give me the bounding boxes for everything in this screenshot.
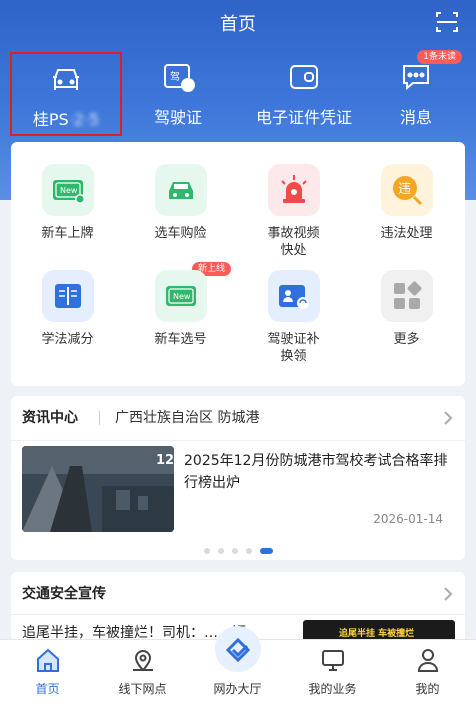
alarm-light-icon: [280, 175, 307, 203]
violation-icon: 违: [392, 176, 422, 206]
plate-select-icon: New: [165, 286, 196, 306]
e-certificate-button[interactable]: 电子证件凭证: [246, 52, 362, 136]
service-label-line1: 驾驶证补: [267, 332, 320, 347]
service-license-renewal[interactable]: 驾驶证补 换领: [237, 270, 350, 365]
service-accident-video[interactable]: 事故视频 快处: [237, 164, 350, 259]
wallet-icon: [290, 65, 318, 89]
carousel-indicator: [11, 540, 465, 559]
book-icon: [54, 284, 81, 308]
home-icon: [36, 648, 59, 672]
driver-license-button[interactable]: 驾 驾驶证: [122, 52, 234, 136]
service-label-line1: 事故视频: [267, 226, 320, 241]
license-renew-icon: [278, 285, 309, 309]
service-label: 学法减分: [41, 332, 94, 347]
svg-text:驾: 驾: [170, 71, 180, 83]
carousel-dot[interactable]: [203, 547, 210, 554]
divider: [11, 440, 465, 441]
service-label-line2: 换领: [280, 349, 307, 364]
tab-my-business[interactable]: 我的业务: [285, 640, 380, 709]
monitor-icon: [321, 650, 344, 671]
carousel-dot[interactable]: [217, 547, 224, 554]
quick-actions-bar: 桂PS·2·5 驾 驾驶证 电子证件凭证 1条未读 消息: [0, 50, 476, 136]
carousel-dot[interactable]: [245, 547, 252, 554]
car-insurance-icon: [168, 182, 193, 199]
carousel-dot-active[interactable]: [259, 547, 273, 554]
services-card: New 新车上牌 选车购险 事故视频 快处 违 违法处理 学法减分 新上线 Ne…: [11, 142, 465, 386]
tab-label: 我的业务: [308, 682, 357, 696]
tab-home[interactable]: 首页: [0, 640, 95, 709]
new-plate-icon: New: [52, 180, 85, 204]
city-bridge-image: 12: [22, 446, 174, 532]
carousel-dot[interactable]: [231, 547, 238, 554]
location-icon: [132, 650, 153, 672]
service-label: 更多: [393, 332, 420, 347]
vehicle-plate-masked: ·2·5: [68, 110, 100, 129]
driver-license-label: 驾驶证: [153, 108, 202, 127]
svg-text:New: New: [173, 292, 191, 301]
news-date: 2026-01-14: [373, 512, 443, 526]
bottom-tab-bar: 首页 线下网点 网办大厅 我的业务 我的: [0, 626, 476, 709]
service-hall-icon: [225, 637, 250, 663]
service-car-insurance[interactable]: 选车购险: [124, 164, 237, 242]
vehicle-plate-prefix: 桂PS: [32, 110, 69, 129]
tab-label: 线下网点: [118, 682, 167, 696]
tab-label: 首页: [35, 682, 60, 696]
chevron-right-icon[interactable]: [443, 410, 453, 426]
license-card-icon: 驾: [164, 64, 195, 92]
service-label: 新车选号: [154, 332, 207, 347]
message-icon: [403, 65, 429, 91]
divider: [99, 411, 100, 425]
service-label: 违法处理: [380, 226, 433, 241]
news-card: 资讯中心 广西壮族自治区 防城港 12 2025年12月份防城港市驾校考试合格率…: [11, 396, 465, 560]
page-title: 首页: [220, 14, 256, 35]
tab-mine[interactable]: 我的: [380, 640, 475, 709]
service-label-line2: 快处: [280, 243, 307, 258]
svg-text:New: New: [60, 186, 78, 195]
messages-button[interactable]: 1条未读 消息: [360, 50, 472, 136]
messages-label: 消息: [399, 108, 432, 127]
vehicle-button[interactable]: 桂PS·2·5: [10, 52, 122, 136]
car-icon: [53, 69, 79, 90]
service-learn-law[interactable]: 学法减分: [11, 270, 124, 348]
news-section-title: 资讯中心: [22, 410, 78, 426]
tab-label: 网办大厅: [213, 682, 262, 696]
service-label: 新车上牌: [41, 226, 94, 241]
svg-text:违: 违: [398, 182, 411, 197]
user-icon: [417, 649, 438, 672]
tab-label: 我的: [415, 682, 440, 696]
news-region[interactable]: 广西壮族自治区 防城港: [115, 396, 259, 440]
service-new-car-registration[interactable]: New 新车上牌: [11, 164, 124, 242]
service-new-plate-number[interactable]: 新上线 New 新车选号: [124, 262, 237, 348]
svg-text:12: 12: [156, 453, 174, 468]
service-more[interactable]: 更多: [350, 270, 463, 348]
more-grid-icon: [393, 281, 421, 309]
divider: [11, 614, 465, 615]
chevron-right-icon[interactable]: [443, 586, 453, 602]
tab-offline-outlets[interactable]: 线下网点: [95, 640, 190, 709]
safety-section-title: 交通安全宣传: [22, 586, 106, 602]
scan-icon[interactable]: [436, 11, 458, 33]
service-violation-handling[interactable]: 违 违法处理: [350, 164, 463, 242]
news-thumbnail[interactable]: 12: [22, 446, 174, 532]
e-certificate-label: 电子证件凭证: [255, 108, 352, 127]
unread-badge: 1条未读: [417, 50, 462, 64]
service-label: 选车购险: [154, 226, 207, 241]
thumbnail-caption: 追尾半挂 车被撞烂: [339, 629, 415, 639]
news-article-title[interactable]: 2025年12月份防城港市驾校考试合格率排行榜出炉: [184, 450, 454, 494]
tab-service-hall[interactable]: 网办大厅: [190, 626, 285, 709]
